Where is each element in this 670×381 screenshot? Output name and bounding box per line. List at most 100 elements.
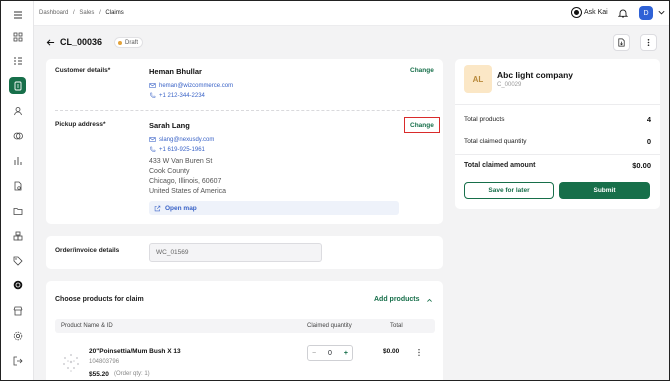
customer-name: Heman Bhullar <box>149 67 202 76</box>
total-products-label: Total products <box>464 116 505 123</box>
column-header: Total <box>390 323 403 329</box>
product-name: 20"Poinsettia/Mum Bush X 13 <box>89 348 181 355</box>
section-divider <box>55 110 435 111</box>
row-kebab-icon[interactable] <box>415 348 423 357</box>
products-title: Choose products for claim <box>55 296 144 303</box>
mail-icon <box>149 137 156 142</box>
address-line: 433 W Van Buren St <box>149 158 213 165</box>
breadcrumb-dashboard[interactable]: Dashboard <box>39 10 68 16</box>
breadcrumb-claims: Claims <box>105 10 124 16</box>
document-search-icon[interactable] <box>9 177 26 194</box>
ask-kai-button[interactable]: Ask Kai <box>572 8 608 17</box>
page-title: CL_00036 <box>60 37 103 47</box>
user-icon[interactable] <box>9 102 26 119</box>
address-line: United States of America <box>149 188 227 195</box>
customer-email: heman@wizcommerce.com <box>159 82 234 89</box>
catalog-icon[interactable] <box>9 52 26 69</box>
status-dot-icon <box>118 40 122 45</box>
folder-icon[interactable] <box>9 202 26 219</box>
customer-details-label: Customer details* <box>55 67 111 74</box>
add-products-button[interactable]: Add products <box>374 296 420 303</box>
menu-icon[interactable] <box>9 6 26 23</box>
product-order-qty: (Order qty: 1) <box>114 371 150 377</box>
settings-icon[interactable] <box>9 327 26 344</box>
ask-kai-label: Ask Kai <box>584 9 608 16</box>
summary-card: AL Abc light company C_00029 Total produ… <box>455 59 660 209</box>
more-options-button[interactable] <box>640 34 657 51</box>
customer-phone-link[interactable]: +1 212-344-2234 <box>149 92 205 99</box>
user-avatar[interactable]: D <box>639 6 653 20</box>
status-label: Draft <box>125 39 139 46</box>
customer-change-button[interactable]: Change <box>410 67 434 74</box>
total-amount-value: $0.00 <box>632 161 651 170</box>
breadcrumb-sales[interactable]: Sales <box>79 10 94 16</box>
tag-icon[interactable] <box>9 252 26 269</box>
column-header: Claimed quantity <box>307 323 352 329</box>
breadcrumb-separator: / <box>73 10 75 16</box>
logout-icon[interactable] <box>9 352 26 369</box>
total-claimed-qty-value: 0 <box>646 137 651 146</box>
orders-icon[interactable] <box>9 77 26 94</box>
chevron-up-icon[interactable] <box>426 297 433 304</box>
pickup-phone-link[interactable]: +1 619-925-1961 <box>149 146 205 153</box>
order-card: Order/invoice details WC_01569 <box>46 236 443 269</box>
pickup-name: Sarah Lang <box>149 121 190 130</box>
company-name: Abc light company <box>497 70 574 80</box>
address-line: Cook County <box>149 168 190 175</box>
inventory-icon[interactable] <box>9 227 26 244</box>
divider <box>455 104 660 105</box>
bell-icon[interactable] <box>618 8 628 18</box>
column-header: Product Name & ID <box>61 323 113 329</box>
app-window: Dashboard / Sales / Claims Ask Kai D CL_… <box>0 0 670 381</box>
address-line: Chicago, Illinois, 60607 <box>149 178 222 185</box>
pickup-address: 433 W Van Buren St Cook County Chicago, … <box>149 157 226 197</box>
page-header: CL_00036 Draft <box>34 26 669 56</box>
highlight-box <box>404 117 440 133</box>
product-thumbnail <box>63 354 79 372</box>
total-products-value: 4 <box>646 115 651 124</box>
breadcrumb-separator: / <box>99 10 101 16</box>
kai-icon <box>572 8 581 17</box>
mail-icon <box>149 83 156 88</box>
table-header: Product Name & ID Claimed quantity Total <box>55 319 435 333</box>
breadcrumb: Dashboard / Sales / Claims <box>39 10 127 16</box>
reports-icon[interactable] <box>9 152 26 169</box>
product-id: 104803796 <box>89 359 120 365</box>
row-total: $0.00 <box>383 348 400 355</box>
customer-email-link[interactable]: heman@wizcommerce.com <box>149 82 233 89</box>
download-document-icon <box>618 38 625 47</box>
phone-icon <box>150 146 156 152</box>
submit-button[interactable]: Submit <box>559 182 650 199</box>
pickup-email-link[interactable]: slang@nexusdy.com <box>149 136 214 143</box>
chevron-down-icon[interactable] <box>657 8 666 17</box>
divider <box>455 154 660 155</box>
company-id: C_00029 <box>497 82 522 88</box>
payments-icon[interactable] <box>9 127 26 144</box>
order-details-label: Order/invoice details <box>55 247 120 254</box>
store-icon[interactable] <box>9 302 26 319</box>
brand-icon[interactable] <box>9 276 26 293</box>
pickup-address-label: Pickup address* <box>55 121 106 128</box>
dashboard-icon[interactable] <box>9 28 26 45</box>
company-avatar: AL <box>464 65 492 93</box>
quantity-value[interactable]: 0 <box>328 350 332 357</box>
increment-button[interactable]: + <box>344 350 348 357</box>
product-price: $55.20 <box>89 371 109 378</box>
open-map-button[interactable]: Open map <box>149 201 399 215</box>
top-bar: Dashboard / Sales / Claims Ask Kai D <box>34 1 669 26</box>
kebab-menu-icon <box>647 38 650 47</box>
sidebar <box>1 1 34 380</box>
decrement-button[interactable]: − <box>312 350 316 357</box>
customer-phone: +1 212-344-2234 <box>159 92 205 99</box>
save-for-later-button[interactable]: Save for later <box>464 182 554 199</box>
total-claimed-qty-label: Total claimed quantity <box>464 138 527 145</box>
pickup-email: slang@nexusdy.com <box>159 136 215 143</box>
order-invoice-field[interactable]: WC_01569 <box>149 243 322 262</box>
quantity-stepper: − 0 + <box>307 345 353 361</box>
download-button[interactable] <box>613 34 630 51</box>
back-arrow-icon[interactable] <box>46 38 55 47</box>
external-link-icon <box>154 205 161 211</box>
pickup-phone: +1 619-925-1961 <box>159 146 205 153</box>
phone-icon <box>150 92 156 98</box>
products-card: Choose products for claim Add products P… <box>46 281 443 380</box>
